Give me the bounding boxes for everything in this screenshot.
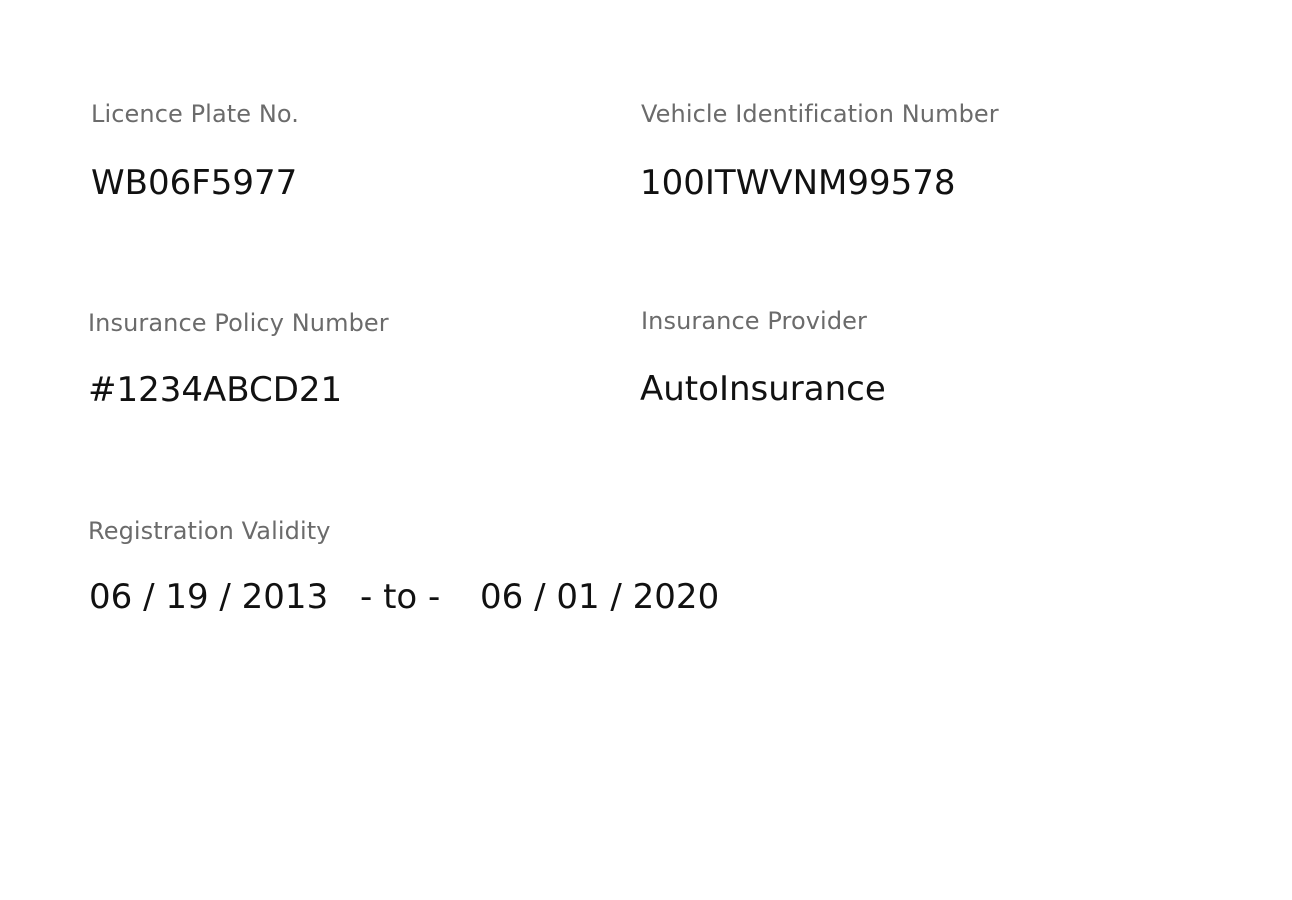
vin-label: Vehicle Identification Number — [641, 100, 999, 128]
insurance-policy-value: #1234ABCD21 — [88, 370, 343, 410]
licence-plate-value: WB06F5977 — [91, 163, 298, 203]
insurance-provider-value: AutoInsurance — [640, 369, 886, 409]
registration-validity-separator: - to - — [360, 577, 441, 617]
registration-validity-label: Registration Validity — [88, 517, 331, 545]
insurance-provider-label: Insurance Provider — [641, 307, 867, 335]
licence-plate-label: Licence Plate No. — [91, 100, 299, 128]
registration-validity-from-date: 06 / 19 / 2013 — [89, 577, 329, 617]
insurance-policy-label: Insurance Policy Number — [88, 309, 389, 337]
vin-value: 100ITWVNM99578 — [640, 163, 956, 203]
registration-validity-to-date: 06 / 01 / 2020 — [480, 577, 720, 617]
